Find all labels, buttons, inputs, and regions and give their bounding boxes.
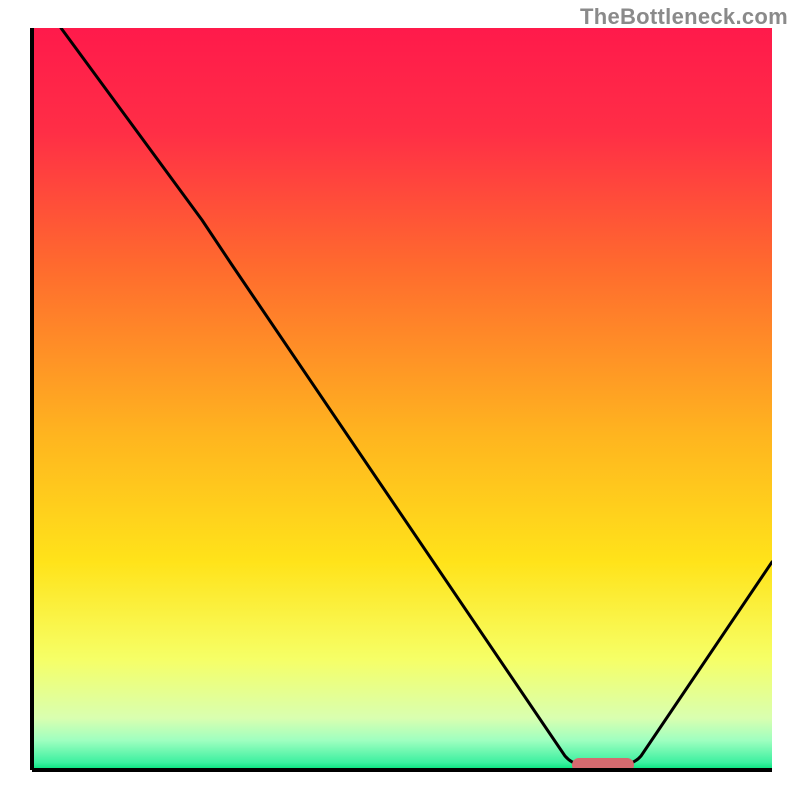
watermark-text: TheBottleneck.com [580,4,788,30]
bottleneck-chart: TheBottleneck.com [0,0,800,800]
chart-svg [0,0,800,800]
